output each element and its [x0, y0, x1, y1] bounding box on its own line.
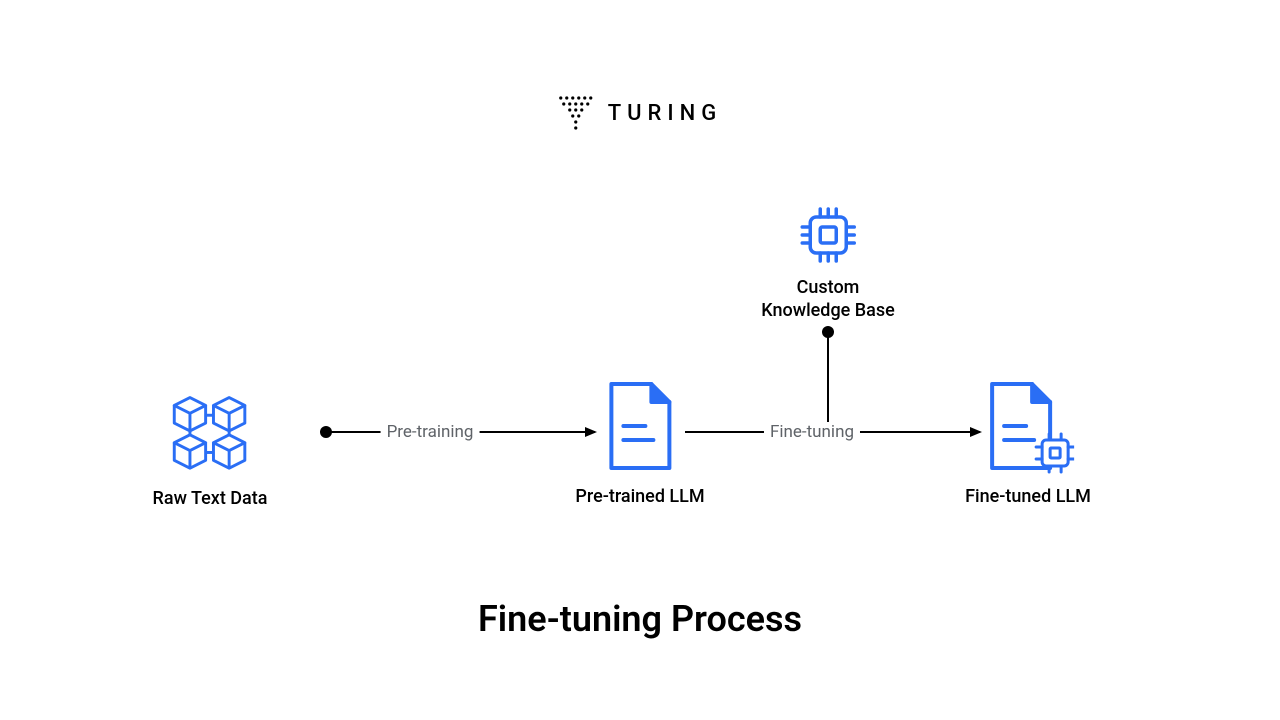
node-custom-knowledge-base: Custom Knowledge Base	[761, 205, 895, 322]
document-icon	[601, 378, 679, 474]
turing-logo-icon	[558, 95, 594, 131]
node-raw-label: Raw Text Data	[153, 488, 268, 509]
diagram-title: Fine-tuning Process	[478, 598, 802, 640]
node-raw-text-data: Raw Text Data	[153, 378, 268, 509]
edge-finetuning-label: Fine-tuning	[764, 422, 860, 442]
edge-pretraining-label: Pre-training	[381, 422, 480, 442]
chip-icon	[798, 205, 858, 265]
node-finetuned-llm: Fine-tuned LLM	[965, 378, 1091, 507]
blocks-icon	[161, 378, 259, 476]
document-chip-icon	[982, 378, 1074, 474]
node-custom-label: Custom Knowledge Base	[761, 277, 895, 322]
node-pretrained-llm: Pre-trained LLM	[575, 378, 704, 507]
brand-logo: TURING	[558, 95, 722, 131]
node-pretrained-label: Pre-trained LLM	[575, 486, 704, 507]
brand-name: TURING	[608, 101, 722, 126]
node-finetuned-label: Fine-tuned LLM	[965, 486, 1091, 507]
